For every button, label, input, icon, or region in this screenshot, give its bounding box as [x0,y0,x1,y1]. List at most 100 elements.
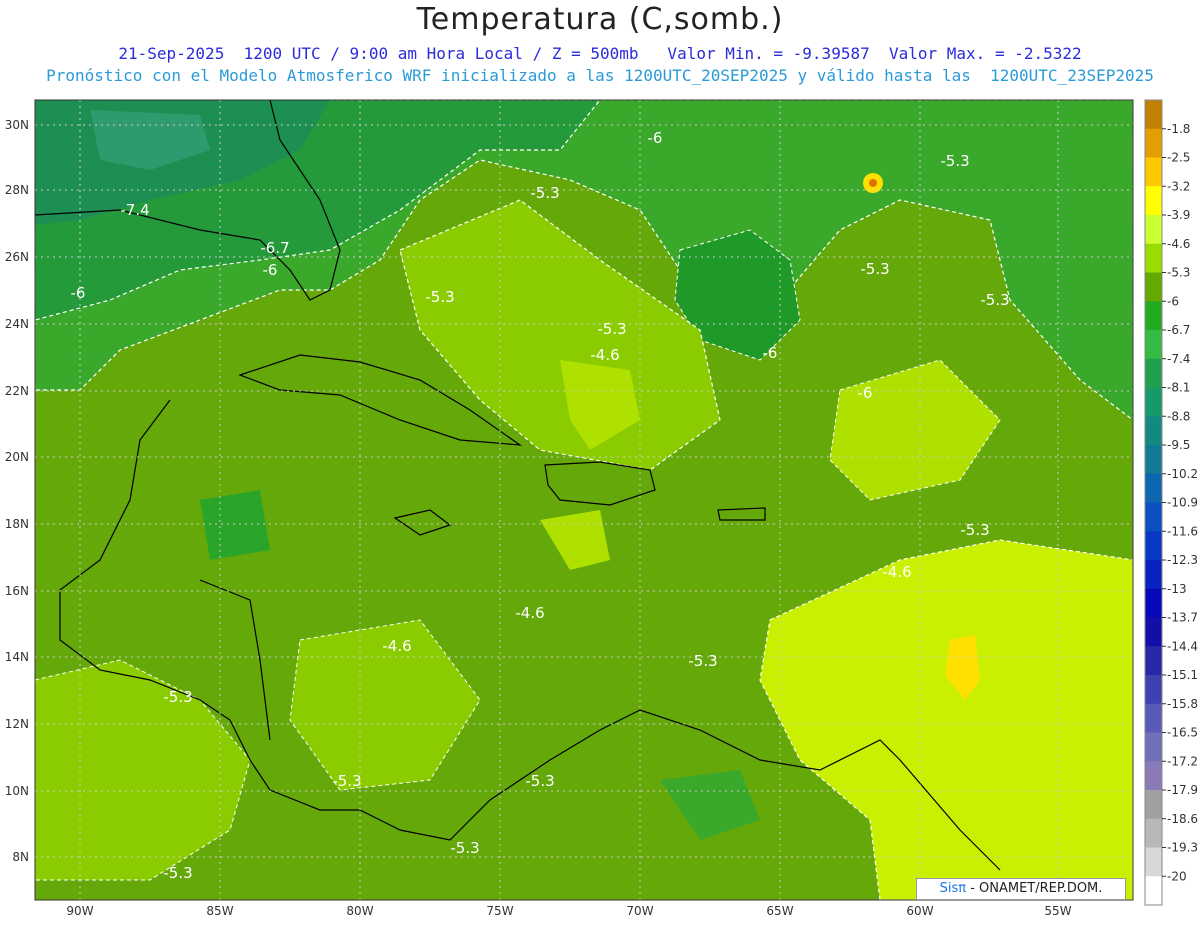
colorbar-segment [1145,473,1162,503]
colorbar-label: -15.8 [1167,697,1198,711]
contour-label: -4.6 [515,604,544,622]
colorbar-segment [1145,215,1162,245]
contour-label: -6.7 [260,239,289,257]
colorbar-label: -3.2 [1167,179,1190,193]
region-yucatan-cool [200,490,270,560]
lat-tick-label: 24N [5,317,29,331]
colorbar-segment [1145,531,1162,561]
contour-label: -6 [858,384,873,402]
colorbar-segment [1145,617,1162,647]
colorbar-label: -17.9 [1167,783,1198,797]
colorbar-segment [1145,646,1162,676]
colorbar-label: -15.1 [1167,668,1198,682]
contour-label: -5.3 [597,320,626,338]
colorbar-segment [1145,330,1162,360]
colorbar-label: -18.6 [1167,812,1198,826]
colorbar-segment [1145,876,1162,906]
colorbar-segment [1145,675,1162,705]
colorbar-label: -14.4 [1167,639,1198,653]
colorbar-segment [1145,387,1162,417]
contour-label: -5.3 [980,291,1009,309]
colorbar-segment [1145,157,1162,187]
lat-tick-label: 22N [5,384,29,398]
colorbar-segment [1145,703,1162,733]
credit-box: Sisπ - ONAMET/REP.DOM. [916,878,1126,900]
colorbar-label: -4.6 [1167,237,1190,251]
colorbar-label: -6 [1167,294,1179,308]
colorbar-segment [1145,560,1162,590]
lat-tick-label: 10N [5,784,29,798]
colorbar-label: -6.7 [1167,323,1190,337]
colorbar-label: -8.1 [1167,381,1190,395]
colorbar-segment [1145,272,1162,302]
temperature-map: 30N 28N 26N 24N 22N 20N 18N 16N 14N 12N 10N 8N 90W 85… [5,99,1198,918]
colorbar-segment [1145,790,1162,820]
lon-tick-label: 70W [626,904,653,918]
colorbar-label: -3.9 [1167,208,1190,222]
contour-label: -5.3 [688,652,717,670]
lat-tick-label: 18N [5,517,29,531]
contour-label: -5.3 [940,152,969,170]
contour-label: -4.6 [382,637,411,655]
colorbar-label: -12.3 [1167,553,1198,567]
colorbar-label: -1.8 [1167,122,1190,136]
colorbar-segment [1145,301,1162,331]
colorbar-segment [1145,761,1162,791]
colorbar-label: -16.5 [1167,726,1198,740]
lat-tick-label: 14N [5,650,29,664]
contour-label: -6 [763,344,778,362]
colorbar-label: -7.4 [1167,352,1190,366]
lat-tick-label: 12N [5,717,29,731]
contour-label: -5.3 [960,521,989,539]
region-max-north-core [869,179,877,187]
contour-label: -6 [263,261,278,279]
colorbar-segment [1145,243,1162,273]
colorbar-label: -20 [1167,869,1187,883]
lon-tick-label: 75W [486,904,513,918]
colorbar-label: -5.3 [1167,266,1190,280]
lat-tick-label: 28N [5,183,29,197]
colorbar-segment [1145,732,1162,762]
lat-tick-label: 30N [5,118,29,132]
colorbar-segment [1145,100,1162,130]
colorbar-segment [1145,847,1162,877]
colorbar-segment [1145,358,1162,388]
colorbar-label: -19.3 [1167,841,1198,855]
lon-tick-label: 90W [66,904,93,918]
contour-label: -6 [648,129,663,147]
colorbar-segment [1145,186,1162,216]
contour-label: -5.3 [450,839,479,857]
contour-label: -5.3 [525,772,554,790]
contour-label: -5.3 [860,260,889,278]
credit-text: - ONAMET/REP.DOM. [966,881,1103,896]
lat-tick-label: 20N [5,450,29,464]
contour-label: -5.3 [332,772,361,790]
contour-label: -5.3 [425,288,454,306]
colorbar-label: -10.9 [1167,496,1198,510]
colorbar-label: -8.8 [1167,409,1190,423]
colorbar-label: -10.2 [1167,467,1198,481]
colorbar-label: -13.7 [1167,611,1198,625]
colorbar-label: -13 [1167,582,1187,596]
lon-tick-label: 65W [766,904,793,918]
contour-label: -5.3 [163,864,192,882]
colorbar-label: -9.5 [1167,438,1190,452]
colorbar-segment [1145,445,1162,475]
contour-label: -4.6 [590,346,619,364]
colorbar-segment [1145,588,1162,618]
contour-label: -7.4 [120,201,149,219]
contour-label: -5.3 [163,688,192,706]
contour-label: -5.3 [530,184,559,202]
colorbar-segment [1145,502,1162,532]
lon-tick-label: 60W [906,904,933,918]
colorbar-label: -17.2 [1167,754,1198,768]
lat-tick-label: 8N [12,850,29,864]
colorbar-label: -2.5 [1167,151,1190,165]
colorbar-segment [1145,416,1162,446]
lat-tick-label: 26N [5,250,29,264]
lon-tick-label: 80W [346,904,373,918]
colorbar-segment [1145,818,1162,848]
contour-label: -6 [71,284,86,302]
colorbar-segment [1145,128,1162,158]
credit-brand: Sisπ [939,881,967,896]
